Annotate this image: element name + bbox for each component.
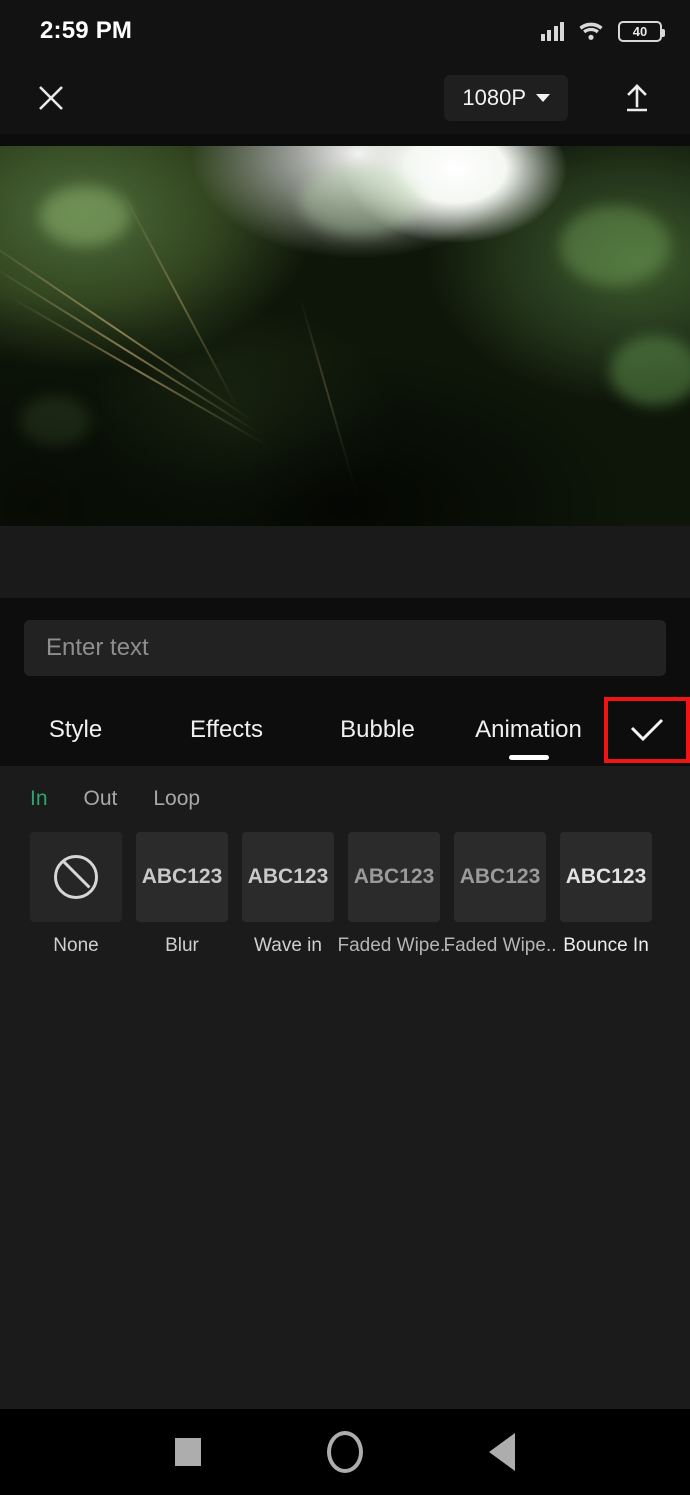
animation-item-faded-wipe-2[interactable]: ABC123 Faded Wipe..: [444, 832, 557, 957]
animation-thumb: ABC123: [242, 832, 334, 922]
animation-preview-text: ABC123: [353, 865, 435, 888]
animation-thumb: ABC123: [348, 832, 440, 922]
battery-level: 40: [632, 23, 648, 39]
active-tab-indicator: [508, 755, 549, 760]
export-button[interactable]: [614, 75, 660, 121]
animation-item-bounce-in[interactable]: ABC123 Bounce In: [560, 832, 652, 957]
close-button[interactable]: [28, 75, 74, 121]
cellular-signal-icon: [540, 21, 564, 41]
animation-item-none[interactable]: None: [30, 832, 122, 957]
subtab-loop[interactable]: Loop: [153, 787, 200, 811]
video-preview[interactable]: Enter text: [0, 134, 690, 526]
animation-list[interactable]: None ABC123 Blur ABC123 Wave in ABC123 F…: [0, 832, 690, 957]
animation-thumb: ABC123: [136, 832, 228, 922]
tab-bubble-label: Bubble: [340, 716, 415, 743]
animation-label: Blur: [165, 935, 199, 956]
animation-label: Bounce In: [563, 935, 649, 956]
tab-style[interactable]: Style: [0, 694, 151, 766]
text-input[interactable]: [24, 620, 666, 676]
status-bar: 2:59 PM 40: [0, 0, 690, 62]
text-editor-panel: Style Effects Bubble Animation In: [0, 598, 690, 1409]
battery-icon: 40: [618, 20, 665, 42]
tab-effects-label: Effects: [190, 716, 263, 743]
confirm-button[interactable]: [604, 697, 690, 763]
animation-label: Wave in: [254, 935, 322, 956]
tab-animation[interactable]: Animation: [453, 694, 604, 766]
animation-thumb: ABC123: [560, 832, 652, 922]
status-clock: 2:59 PM: [40, 17, 133, 44]
check-icon: [630, 718, 664, 742]
animation-preview-text: ABC123: [247, 865, 329, 888]
animation-item-blur[interactable]: ABC123 Blur: [136, 832, 228, 957]
animation-item-wave-in[interactable]: ABC123 Wave in: [242, 832, 334, 957]
circle-home-icon[interactable]: [327, 1431, 363, 1473]
resolution-label: 1080P: [462, 85, 526, 110]
animation-subtab-bar: In Out Loop: [0, 766, 690, 832]
panel-empty-area: [0, 957, 690, 1409]
subtab-out[interactable]: Out: [84, 787, 118, 811]
video-frame: [0, 146, 690, 526]
wifi-icon: [578, 21, 604, 41]
animation-label: None: [53, 935, 99, 956]
editor-tab-bar: Style Effects Bubble Animation: [0, 694, 690, 766]
animation-thumb: ABC123: [454, 832, 546, 922]
chevron-down-icon: [536, 94, 550, 102]
tab-animation-label: Animation: [475, 716, 582, 743]
tab-style-label: Style: [48, 716, 103, 743]
confirm-cell: [604, 694, 690, 766]
no-none-icon: [54, 855, 98, 899]
close-icon: [39, 86, 63, 110]
android-nav-bar: [0, 1409, 690, 1495]
app-root: 2:59 PM 40 1080P Enter text Style Effect…: [0, 0, 690, 1495]
tab-effects[interactable]: Effects: [151, 694, 302, 766]
resolution-selector[interactable]: 1080P: [444, 75, 568, 121]
animation-preview-text: ABC123: [565, 865, 647, 888]
animation-label: Faded Wipe..: [443, 935, 557, 956]
text-input-row: [0, 598, 690, 694]
square-recents-icon[interactable]: [175, 1438, 201, 1466]
preview-bottom-padding: [0, 526, 690, 598]
export-upload-icon: [627, 84, 647, 112]
animation-label: Faded Wipe..: [337, 935, 451, 956]
subtab-in[interactable]: In: [30, 787, 48, 811]
triangle-back-icon[interactable]: [489, 1433, 515, 1471]
status-icons: 40: [540, 20, 665, 42]
animation-thumb: [30, 832, 122, 922]
animation-preview-text: ABC123: [459, 865, 541, 888]
animation-item-faded-wipe-1[interactable]: ABC123 Faded Wipe..: [338, 832, 451, 957]
animation-preview-text: ABC123: [141, 865, 223, 888]
tab-bubble[interactable]: Bubble: [302, 694, 453, 766]
top-toolbar: 1080P: [0, 62, 690, 134]
